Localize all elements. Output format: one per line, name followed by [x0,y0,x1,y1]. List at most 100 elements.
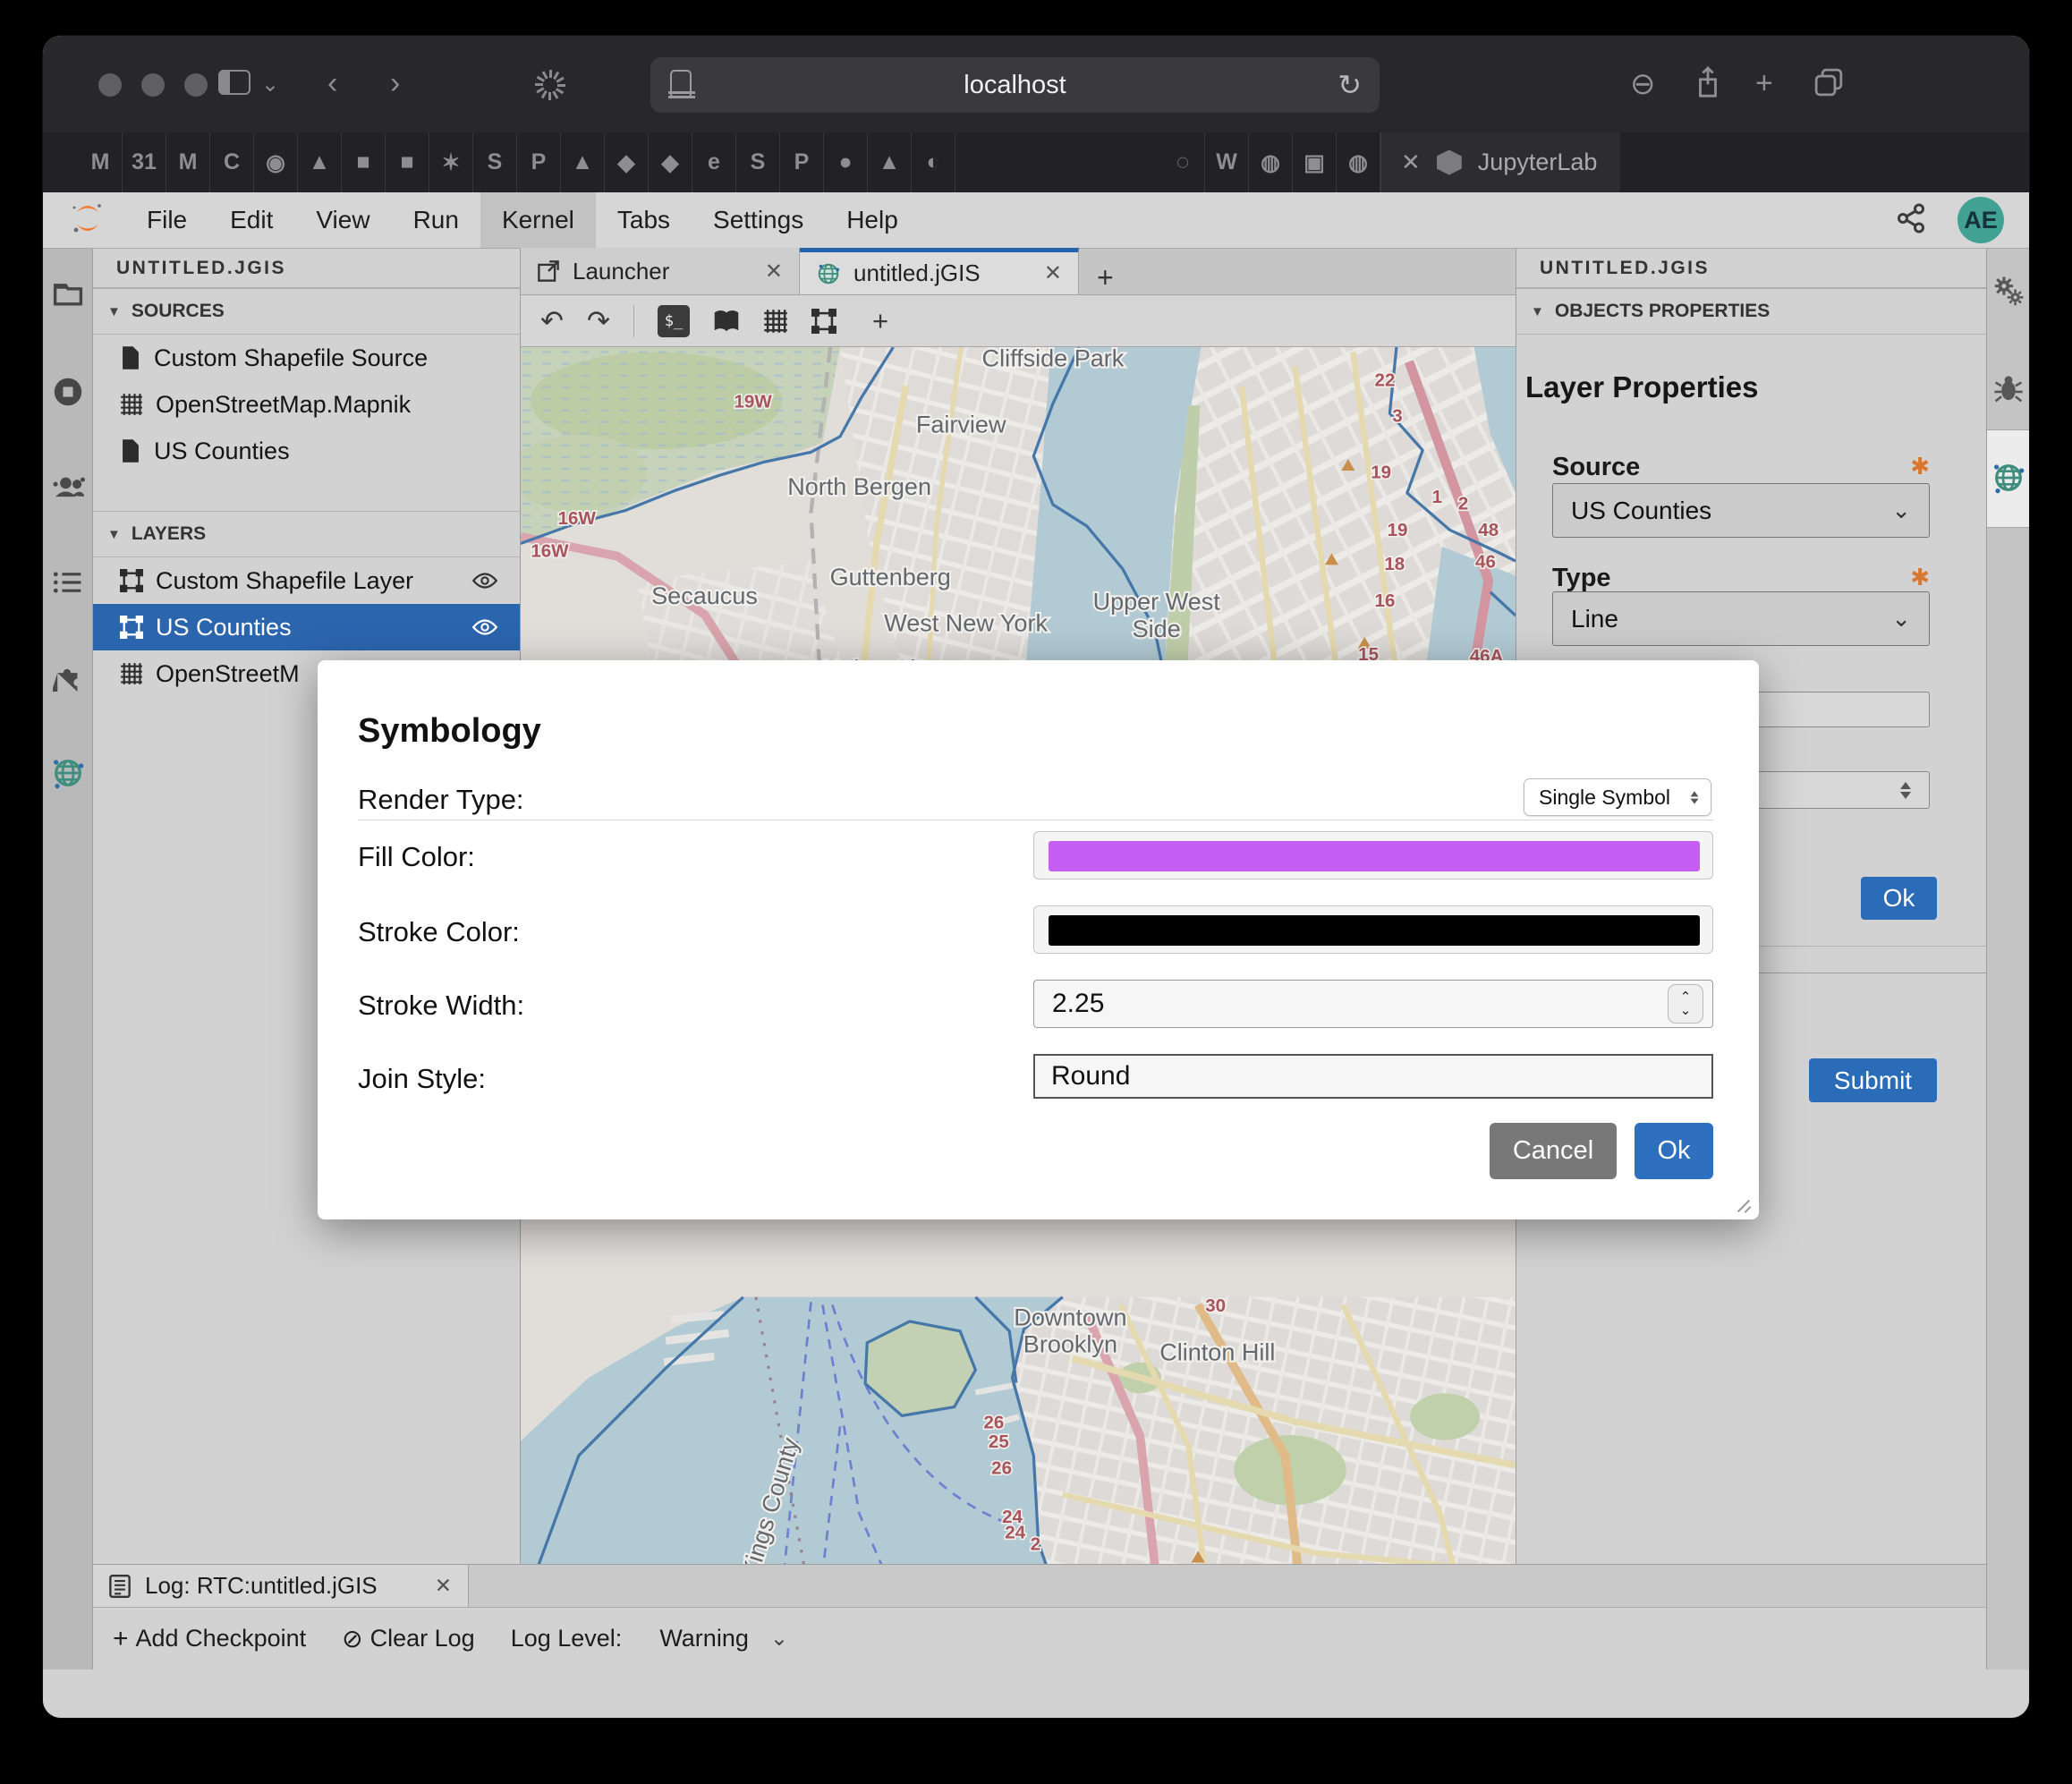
visibility-eye-icon[interactable] [471,618,498,636]
add-layer-plus-icon[interactable]: + [872,305,888,337]
favicon-github2[interactable]: ◍ [1337,132,1380,192]
fill-color-picker[interactable] [1033,831,1713,879]
favicon-s-app2[interactable]: S [736,132,780,192]
menu-edit[interactable]: Edit [208,192,294,248]
cancel-button[interactable]: Cancel [1490,1123,1617,1179]
menu-kernel[interactable]: Kernel [480,192,596,248]
url-text[interactable]: localhost [650,71,1380,100]
favicon-half[interactable]: ◐ [912,132,955,192]
type-select[interactable]: Line ⌄ [1552,591,1930,646]
raster-layer-icon[interactable] [763,309,788,334]
submit-button[interactable]: Submit [1809,1058,1937,1102]
stroke-color-swatch[interactable] [1049,915,1700,946]
undo-icon[interactable]: ↶ [540,305,564,337]
favicon-github[interactable]: ◍ [1249,132,1293,192]
favicon-tri[interactable]: ▲ [868,132,912,192]
minimize-window-button[interactable] [141,73,165,97]
source-item-us-counties[interactable]: US Counties [93,428,520,474]
stroke-width-spinner[interactable]: 2.25 ⌃⌄ [1033,980,1713,1028]
log-level-select[interactable]: Warning [659,1625,749,1652]
menu-help[interactable]: Help [825,192,920,248]
sidebar-toggle-icon[interactable] [218,70,251,95]
source-select[interactable]: US Counties ⌄ [1552,483,1930,538]
favicon-wave2[interactable]: ◆ [649,132,692,192]
debugger-bug-icon[interactable] [1991,370,2026,406]
browser-tab-jupyterlab[interactable]: ✕ JupyterLab [1380,132,1620,192]
table-of-contents-icon[interactable] [50,565,86,600]
stepper-icon[interactable] [1900,782,1911,799]
new-tab-icon[interactable]: + [1755,66,1773,101]
ok-button[interactable]: Ok [1635,1123,1713,1179]
stroke-color-picker[interactable] [1033,905,1713,954]
favicon-square2[interactable]: ■ [386,132,429,192]
settings-gears-icon[interactable] [1991,274,2026,310]
layers-section-header[interactable]: ▼ LAYERS [93,511,520,557]
tab-untitled-jgis[interactable]: untitled.jGIS ✕ [800,248,1079,294]
favicon-mail[interactable]: M [166,132,210,192]
favicon-star[interactable]: ✶ [429,132,473,192]
menu-view[interactable]: View [294,192,391,248]
source-item-openstreetmap[interactable]: OpenStreetMap.Mapnik [93,381,520,428]
zoom-window-button[interactable] [184,73,208,97]
share-icon[interactable] [1693,66,1723,108]
favicon-dot[interactable]: ● [824,132,868,192]
favicon-wave[interactable]: ◆ [605,132,649,192]
close-tab-icon[interactable]: ✕ [1401,149,1421,176]
menu-tabs[interactable]: Tabs [596,192,692,248]
log-tab[interactable]: Log: RTC:untitled.jGIS ✕ [93,1565,469,1607]
favicon-loop[interactable]: ◌ [1161,132,1205,192]
spinner-stepper-icon[interactable]: ⌃⌄ [1668,984,1703,1024]
favicon-edge[interactable]: e [692,132,736,192]
dialog-resize-handle[interactable] [1736,1198,1752,1214]
layer-item-custom-shapefile[interactable]: Custom Shapefile Layer [93,557,520,604]
favicon-p-app2[interactable]: P [780,132,824,192]
menu-settings[interactable]: Settings [692,192,825,248]
forward-button[interactable]: › [390,66,400,101]
extensions-puzzle-icon[interactable] [50,658,86,694]
jgis-globe-icon[interactable] [50,755,86,791]
favicon-square[interactable]: ■ [342,132,386,192]
add-checkpoint-button[interactable]: + Add Checkpoint [113,1624,306,1654]
render-type-select[interactable]: Single Symbol [1524,778,1711,816]
visibility-eye-icon[interactable] [471,572,498,590]
tab-launcher[interactable]: Launcher ✕ [521,248,800,294]
favicon-cube[interactable]: ▣ [1293,132,1337,192]
fill-color-swatch[interactable] [1049,841,1700,871]
back-button[interactable]: ‹ [327,66,337,101]
favicon-drive[interactable]: ▲ [298,132,342,192]
menu-file[interactable]: File [125,192,208,248]
vector-layer-icon[interactable] [811,309,836,334]
favicon-c-ring[interactable]: C [210,132,254,192]
file-browser-icon[interactable] [50,276,86,311]
console-icon[interactable]: $_ [658,305,690,337]
jgis-globe-icon[interactable] [1991,460,2026,496]
favicon-drive2[interactable]: ▲ [561,132,605,192]
clear-log-button[interactable]: ⊘ Clear Log [342,1624,475,1653]
share-nodes-icon[interactable] [1895,202,1927,239]
close-window-button[interactable] [98,73,122,97]
sources-section-header[interactable]: ▼ SOURCES [93,288,520,335]
running-kernels-icon[interactable] [50,374,86,410]
tab-overview-icon[interactable] [1813,66,1845,106]
close-tab-icon[interactable]: ✕ [765,259,783,285]
source-item-custom-shapefile[interactable]: Custom Shapefile Source [93,335,520,381]
join-style-select[interactable]: Round [1033,1054,1713,1099]
favicon-s-app[interactable]: S [473,132,517,192]
layer-item-us-counties-selected[interactable]: US Counties [93,604,520,650]
new-tab-plus-button[interactable]: + [1079,261,1132,294]
basemap-book-icon[interactable] [713,309,740,334]
user-avatar[interactable]: AE [1957,197,2004,243]
downloads-icon[interactable]: ⊖ [1630,66,1656,102]
panel-ok-button[interactable]: Ok [1861,877,1937,920]
favicon-disc[interactable]: ◉ [254,132,298,192]
redo-icon[interactable]: ↷ [587,305,610,337]
close-tab-icon[interactable]: ✕ [435,1574,452,1598]
menu-run[interactable]: Run [392,192,480,248]
close-tab-icon[interactable]: ✕ [1044,260,1062,286]
chevron-down-icon[interactable]: ⌄ [261,72,279,98]
favicon-p-app[interactable]: P [517,132,561,192]
favicon-gitlab[interactable]: W [1205,132,1249,192]
objects-properties-header[interactable]: ▼ OBJECTS PROPERTIES [1516,288,1986,335]
favicon-calendar[interactable]: 31 [123,132,166,192]
favicon-gmail[interactable]: M [79,132,123,192]
